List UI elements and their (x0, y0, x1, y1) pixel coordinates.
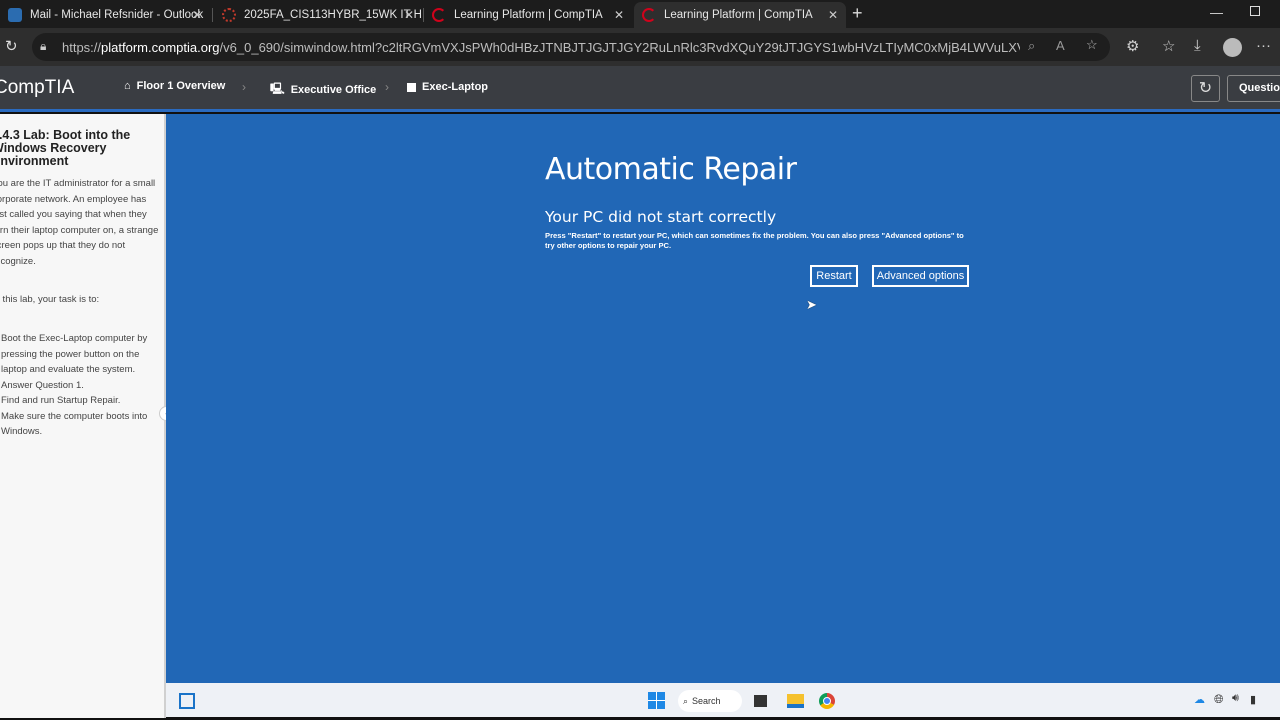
profile-avatar[interactable] (1223, 38, 1242, 57)
advanced-options-button[interactable]: Advanced options (872, 265, 969, 287)
favorite-star-icon[interactable]: ☆ (1086, 37, 1098, 53)
start-button[interactable] (648, 692, 665, 709)
task-item: Find and run Startup Repair. (1, 395, 121, 406)
comptia-icon (432, 8, 446, 22)
terminal-icon[interactable] (754, 695, 767, 707)
tab-course[interactable]: 2025FA_CIS113HYBR_15WK IT Hardware✕ (214, 2, 422, 28)
address-bar-row: ↻ 🔒︎ https://platform.comptia.org/v6_0_6… (0, 28, 1280, 66)
url-field[interactable]: 🔒︎ https://platform.comptia.org/v6_0_690… (32, 33, 1110, 61)
close-tab-icon[interactable]: ✕ (614, 8, 624, 22)
restore-button[interactable] (1250, 6, 1260, 16)
battery-icon[interactable]: ▮ (1250, 693, 1256, 706)
breadcrumb-office[interactable]: 🖳︎ Executive Office (270, 80, 376, 99)
task-item: Boot the Exec-Laptop computer by pressin… (1, 333, 148, 375)
repair-body: Press "Restart" to restart your PC, whic… (545, 231, 964, 250)
read-aloud-icon[interactable]: A (1056, 38, 1065, 53)
chevron-right-icon: › (242, 80, 246, 94)
comptia-icon (642, 8, 656, 22)
restart-button[interactable]: Restart (810, 265, 858, 287)
file-explorer-icon[interactable] (787, 694, 804, 708)
close-tab-icon[interactable]: ✕ (828, 8, 838, 22)
taskbar-search[interactable]: ⌕ Search (678, 690, 742, 712)
volume-icon[interactable]: 🔊︎ (1232, 692, 1239, 705)
tab-comptia-1[interactable]: Learning Platform | CompTIA ✕ (424, 2, 632, 28)
reset-button[interactable]: ↻ (1191, 75, 1220, 102)
extensions-icon[interactable]: ⚙ (1126, 37, 1139, 55)
task-item: Answer Question 1. (1, 379, 84, 391)
chrome-icon[interactable] (819, 693, 835, 709)
lab-title: 4.4.3 Lab: Boot into the Windows Recover… (0, 128, 131, 168)
onedrive-icon[interactable]: ☁ (1194, 693, 1205, 706)
search-icon: ⌕ (683, 696, 689, 706)
lab-instructions-panel: 4.4.3 Lab: Boot into the Windows Recover… (0, 114, 166, 718)
task-item: Make sure the computer boots into Window… (1, 410, 148, 438)
windows-taskbar: ⌕ Search ☁ 🌐︎ 🔊︎ ▮ (166, 683, 1280, 717)
building-icon: ⌂ (124, 80, 131, 92)
outlook-icon (8, 8, 22, 22)
comptia-logo: CompTIA (0, 77, 75, 98)
breadcrumb-floor[interactable]: ⌂ Floor 1 Overview (124, 80, 225, 92)
lock-icon[interactable]: 🔒︎ (40, 39, 46, 54)
new-tab-button[interactable]: + (852, 3, 863, 24)
zoom-icon[interactable]: ⌕ (1028, 38, 1035, 54)
tab-comptia-active[interactable]: Learning Platform | CompTIA ✕ (634, 2, 846, 28)
repair-subtitle: Your PC did not start correctly (545, 208, 777, 226)
computer-icon: 🖳︎ (270, 83, 285, 95)
repair-title: Automatic Repair (545, 152, 797, 187)
chevron-right-icon: › (385, 80, 389, 94)
reload-icon[interactable]: ↻ (5, 37, 18, 55)
comptia-header: CompTIA ⌂ Floor 1 Overview › 🖳︎ Executive … (0, 66, 1280, 112)
favorites-icon[interactable]: ☆ (1162, 37, 1175, 55)
minimize-button[interactable]: — (1210, 5, 1223, 20)
lab-intro: You are the IT administrator for a small… (0, 178, 159, 267)
close-tab-icon[interactable]: ✕ (404, 8, 414, 22)
browser-tab-bar: Mail - Michael Refsnider - Outlook ✕ 2025… (0, 0, 1280, 28)
recovery-screen: Automatic Repair Your PC did not start c… (166, 114, 1280, 683)
canvas-icon (222, 8, 236, 22)
mouse-cursor-icon: ➤ (806, 297, 817, 312)
breadcrumb-laptop[interactable]: Exec-Laptop (407, 81, 488, 93)
network-icon[interactable]: 🌐︎ (1214, 692, 1224, 707)
task-view-icon[interactable] (179, 693, 195, 709)
close-tab-icon[interactable]: ✕ (192, 8, 202, 22)
downloads-icon[interactable]: ⤓ (1194, 37, 1201, 54)
more-menu-icon[interactable]: ··· (1256, 37, 1271, 54)
task-list: Boot the Exec-Laptop computer by pressin… (1, 331, 161, 440)
questions-button[interactable]: Questions (1227, 75, 1280, 102)
windows-icon (407, 82, 416, 92)
tab-outlook[interactable]: Mail - Michael Refsnider - Outlook ✕ (0, 2, 210, 28)
task-intro: In this lab, your task is to: (0, 294, 100, 305)
